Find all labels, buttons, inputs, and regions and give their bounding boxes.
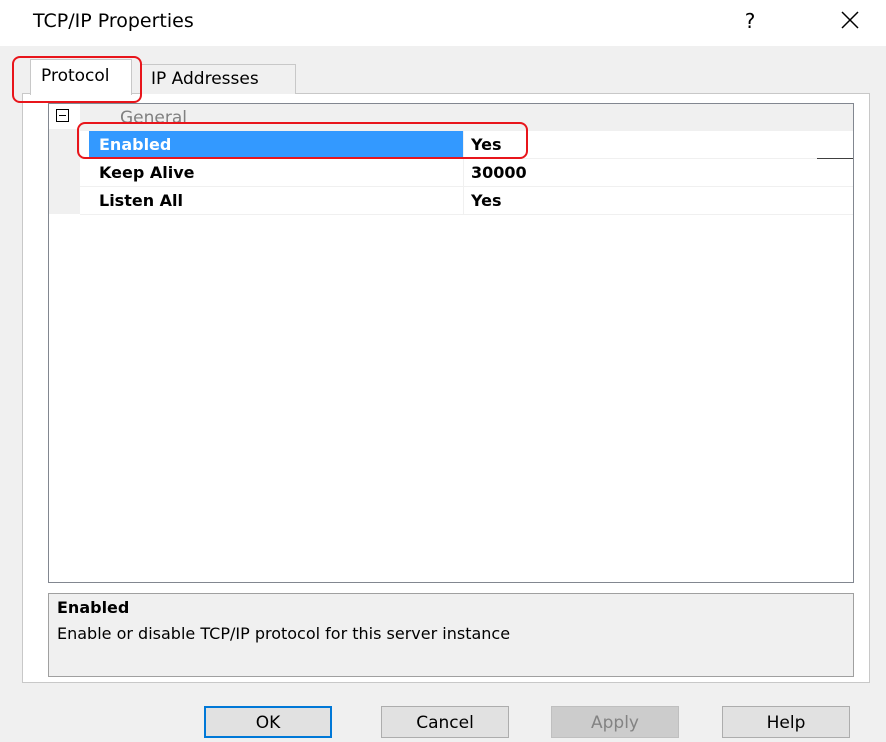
cancel-button[interactable]: Cancel — [381, 706, 509, 738]
property-value[interactable]: Yes — [471, 187, 502, 214]
description-text: Enable or disable TCP/IP protocol for th… — [57, 624, 511, 643]
window-title: TCP/IP Properties — [33, 10, 194, 32]
tab-protocol[interactable]: Protocol — [30, 59, 132, 95]
property-name: Listen All — [99, 191, 184, 210]
category-label: General — [120, 108, 187, 128]
collapse-icon[interactable] — [56, 109, 69, 122]
title-bar: TCP/IP Properties ? — [0, 0, 886, 46]
grid-gutter — [49, 129, 80, 214]
property-name: Enabled — [89, 131, 463, 158]
property-grid: General Enabled Yes Keep Alive 30000 Lis… — [48, 103, 854, 583]
column-divider[interactable] — [463, 131, 464, 158]
property-row-enabled[interactable]: Enabled Yes — [80, 131, 853, 159]
column-divider[interactable] — [463, 159, 464, 186]
column-divider[interactable] — [463, 187, 464, 214]
category-row-general[interactable]: General — [80, 104, 853, 131]
property-row-listen-all[interactable]: Listen All Yes — [80, 187, 853, 215]
property-value[interactable]: Yes — [471, 131, 502, 158]
tab-ip-addresses[interactable]: IP Addresses — [140, 64, 296, 94]
help-button[interactable]: Help — [722, 706, 850, 738]
property-value[interactable]: 30000 — [471, 159, 527, 186]
description-title: Enabled — [57, 598, 130, 617]
property-name: Keep Alive — [99, 163, 195, 182]
close-icon — [841, 11, 859, 29]
property-row-keep-alive[interactable]: Keep Alive 30000 — [80, 159, 853, 187]
apply-button[interactable]: Apply — [551, 706, 679, 738]
close-button[interactable] — [830, 4, 870, 38]
ok-button[interactable]: OK — [204, 706, 332, 738]
description-pane: Enabled Enable or disable TCP/IP protoco… — [48, 593, 854, 677]
help-question-button[interactable]: ? — [735, 6, 765, 36]
